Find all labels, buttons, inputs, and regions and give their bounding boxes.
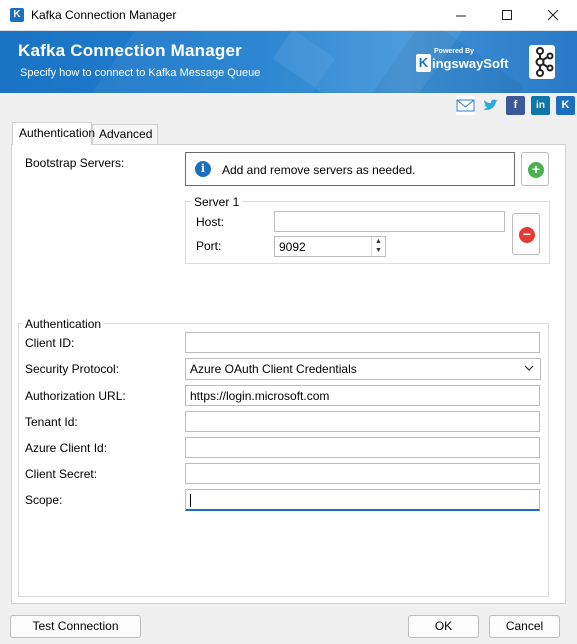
port-value: 9092 [279, 240, 306, 254]
window-title: Kafka Connection Manager [31, 8, 177, 22]
close-icon [547, 10, 558, 21]
server-1-title: Server 1 [191, 195, 243, 209]
cancel-button[interactable]: Cancel [489, 615, 560, 638]
client-id-label: Client ID: [25, 336, 75, 350]
spin-down-icon[interactable]: ▼ [372, 246, 385, 255]
maximize-button[interactable] [484, 0, 530, 31]
kingswaysoft-logo: Powered By K ingswaySoft [416, 45, 510, 79]
maximize-icon [501, 10, 512, 20]
authorization-url-label: Authorization URL: [25, 389, 126, 403]
email-icon[interactable] [456, 96, 475, 115]
remove-server-button[interactable]: − [512, 213, 540, 255]
twitter-icon[interactable] [481, 96, 500, 115]
azure-client-id-input[interactable] [185, 437, 540, 458]
close-button[interactable] [530, 0, 576, 31]
port-stepper[interactable]: 9092 ▲ ▼ [274, 236, 386, 257]
tab-advanced[interactable]: Advanced [92, 124, 158, 144]
tenant-id-label: Tenant Id: [25, 415, 78, 429]
text-caret [190, 494, 191, 508]
header-banner: Kafka Connection Manager Specify how to … [0, 31, 577, 93]
authorization-url-input[interactable]: https://login.microsoft.com [185, 385, 540, 406]
minus-icon: − [519, 227, 535, 243]
client-secret-input[interactable] [185, 463, 540, 484]
authentication-group-title: Authentication [22, 317, 105, 331]
scope-label: Scope: [25, 493, 63, 507]
host-input[interactable] [274, 211, 505, 232]
kafka-logo-icon [529, 45, 555, 79]
host-label: Host: [196, 215, 225, 229]
add-server-button[interactable]: + [521, 152, 549, 186]
minimize-icon [455, 15, 466, 17]
ok-button[interactable]: OK [408, 615, 479, 638]
tab-authentication[interactable]: Authentication [12, 122, 95, 145]
info-message: i Add and remove servers as needed. [185, 152, 515, 186]
app-icon: K [10, 8, 24, 22]
linkedin-icon[interactable]: in [531, 96, 550, 115]
security-protocol-label: Security Protocol: [25, 362, 120, 376]
banner-subtitle: Specify how to connect to Kafka Message … [20, 67, 261, 79]
client-secret-label: Client Secret: [25, 467, 98, 481]
scope-input[interactable] [185, 489, 540, 511]
banner-title: Kafka Connection Manager [18, 41, 242, 60]
info-icon: i [195, 161, 211, 177]
minimize-button[interactable] [438, 0, 484, 31]
port-label: Port: [196, 239, 222, 253]
facebook-icon[interactable]: f [506, 96, 525, 115]
title-bar: K Kafka Connection Manager [0, 0, 577, 31]
kingswaysoft-icon[interactable]: K [556, 96, 575, 115]
info-text: Add and remove servers as needed. [222, 163, 416, 177]
security-protocol-select[interactable]: Azure OAuth Client Credentials [185, 358, 541, 380]
azure-client-id-label: Azure Client Id: [25, 441, 108, 455]
plus-icon: + [528, 162, 544, 178]
chevron-down-icon [524, 365, 534, 371]
security-protocol-value: Azure OAuth Client Credentials [190, 362, 357, 376]
test-connection-button[interactable]: Test Connection [10, 615, 141, 638]
tenant-id-input[interactable] [185, 411, 540, 432]
bootstrap-servers-label: Bootstrap Servers: [25, 156, 125, 170]
spin-up-icon[interactable]: ▲ [372, 237, 385, 246]
client-id-input[interactable] [185, 332, 540, 353]
port-spinner[interactable]: ▲ ▼ [371, 237, 385, 256]
